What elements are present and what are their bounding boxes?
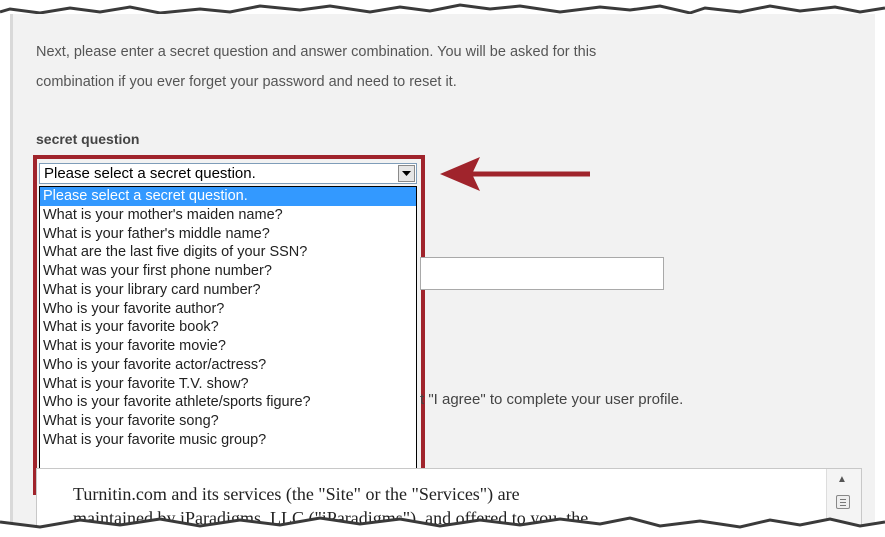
secret-answer-input[interactable] <box>420 257 664 290</box>
highlight-frame <box>33 155 425 495</box>
intro-text: Next, please enter a secret question and… <box>36 37 826 97</box>
agree-instruction-text: t "I agree" to complete your user profil… <box>420 391 684 408</box>
secret-question-label: secret question <box>36 131 140 147</box>
intro-line-2: combination if you ever forget your pass… <box>36 74 457 90</box>
left-arrow-icon <box>440 157 590 191</box>
torn-edge-bottom <box>0 516 885 537</box>
terms-line-1: Turnitin.com and its services (the "Site… <box>73 484 520 504</box>
scroll-grip-icon[interactable] <box>836 495 850 509</box>
scroll-up-icon[interactable]: ▲ <box>837 474 847 485</box>
intro-line-1: Next, please enter a secret question and… <box>36 44 597 60</box>
